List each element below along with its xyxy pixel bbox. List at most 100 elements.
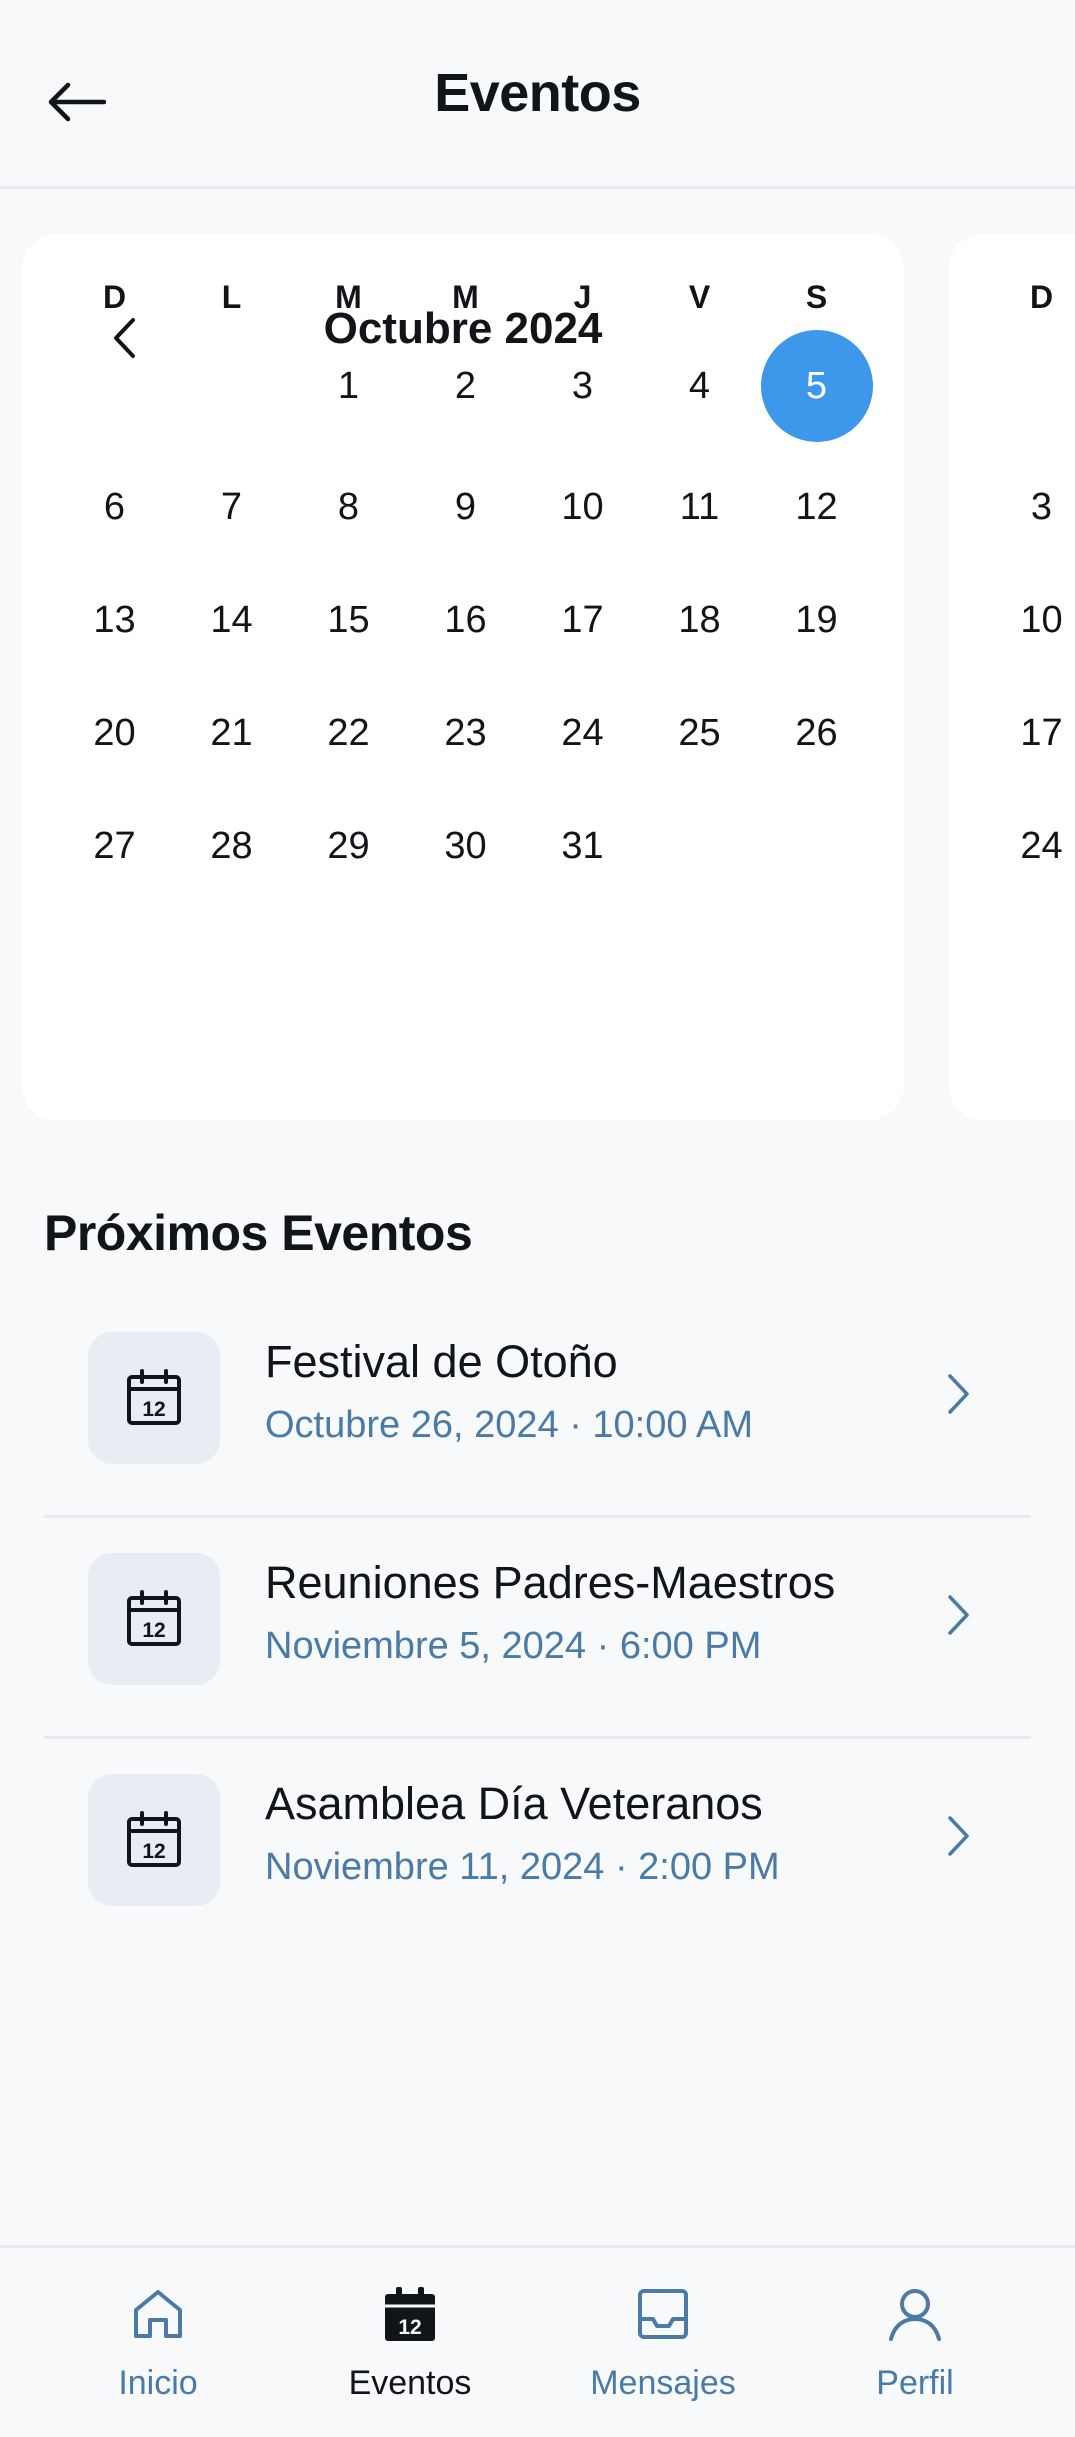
nav-label: Perfil (876, 2364, 954, 2402)
calendar-day[interactable]: 28 (173, 790, 290, 903)
nav-item-inicio[interactable]: Inicio (48, 2286, 268, 2416)
event-chevron (937, 1585, 981, 1645)
calendar-day[interactable]: 19 (758, 564, 875, 677)
calendar-day[interactable]: 31 (524, 790, 641, 903)
day-number (644, 791, 756, 903)
calendar-day[interactable]: 26 (758, 677, 875, 790)
nav-item-mensajes[interactable]: Mensajes (553, 2286, 773, 2416)
upcoming-events-title: Próximos Eventos (44, 1205, 473, 1261)
calendar-empty-cell (173, 321, 290, 451)
svg-text:12: 12 (398, 2316, 421, 2339)
calendar-day[interactable]: 17 (524, 564, 641, 677)
calendar-day[interactable]: 16 (407, 564, 524, 677)
calendar-icon: 12 (385, 2287, 435, 2341)
calendar-card-next-month: D 3 10 17 24 (949, 234, 1075, 1120)
day-number: 27 (93, 825, 136, 867)
calendar-empty-cell (758, 790, 875, 903)
calendar-day[interactable]: 11 (641, 451, 758, 564)
day-number (986, 330, 1075, 442)
day-number: 14 (210, 599, 253, 641)
calendar-day[interactable]: 10 (983, 564, 1075, 677)
event-list-item[interactable]: 12 Reuniones Padres-Maestros Noviembre 5,… (44, 1517, 1031, 1737)
weekday-header: J (573, 278, 592, 315)
calendar-day[interactable]: 10 (524, 451, 641, 564)
calendar-carousel[interactable]: Octubre 2024 D L M M J V S 1 2 3 4 5 6 7 8 9 10 11 12 13 14 1… (0, 234, 1075, 1120)
nav-icon-wrapper: 12 (382, 2286, 438, 2344)
day-number: 19 (795, 599, 838, 641)
day-number: 26 (795, 712, 838, 754)
calendar-day[interactable]: 27 (56, 790, 173, 903)
calendar-day[interactable]: 30 (407, 790, 524, 903)
calendar-12-icon: 12 (127, 1590, 181, 1646)
day-number: 31 (561, 825, 604, 867)
day-number: 23 (444, 712, 487, 754)
event-chevron (937, 1806, 981, 1866)
calendar-day[interactable]: 12 (758, 451, 875, 564)
event-icon-tile: 12 (88, 1553, 220, 1685)
inbox-icon (638, 2289, 688, 2339)
nav-icon-wrapper (635, 2286, 691, 2344)
day-number: 9 (454, 486, 477, 528)
day-number: 17 (561, 599, 604, 641)
event-title: Festival de Otoño (265, 1336, 618, 1387)
day-number: 16 (444, 599, 487, 641)
calendar-day[interactable]: 24 (524, 677, 641, 790)
calendar-day[interactable]: 13 (56, 564, 173, 677)
nav-label: Eventos (348, 2364, 472, 2402)
event-list-item[interactable]: 12 Asamblea Día Veteranos Noviembre 11, 2… (44, 1738, 1031, 1952)
day-number (761, 791, 873, 903)
calendar-12-icon: 12 (127, 1369, 181, 1425)
calendar-day[interactable]: 29 (290, 790, 407, 903)
calendar-card-october: Octubre 2024 D L M M J V S 1 2 3 4 5 6 7 8 9 10 11 12 13 14 1… (22, 234, 904, 1120)
calendar-day[interactable]: 20 (56, 677, 173, 790)
nav-label: Mensajes (590, 2364, 736, 2402)
day-number: 17 (1020, 712, 1063, 754)
nav-item-eventos[interactable]: 12 Eventos (300, 2286, 520, 2416)
calendar-day[interactable]: 3 (983, 451, 1075, 564)
calendar-day[interactable]: 6 (56, 451, 173, 564)
day-number: 20 (93, 712, 136, 754)
nav-icon-wrapper (887, 2286, 943, 2344)
day-number: 24 (1020, 825, 1063, 867)
calendar-day[interactable]: 3 (524, 321, 641, 451)
chevron-right-icon (948, 1595, 969, 1635)
event-list-item[interactable]: 12 Festival de Otoño Octubre 26, 2024 · 1… (44, 1296, 1031, 1516)
day-number: 22 (327, 712, 370, 754)
event-icon-tile: 12 (88, 1332, 220, 1464)
calendar-day[interactable]: 24 (983, 790, 1075, 903)
nav-icon-wrapper (130, 2286, 186, 2344)
event-title: Asamblea Día Veteranos (265, 1778, 763, 1829)
nav-item-perfil[interactable]: Perfil (805, 2286, 1025, 2416)
day-number: 12 (795, 486, 838, 528)
calendar-day[interactable]: 1 (290, 321, 407, 451)
event-icon-tile: 12 (88, 1774, 220, 1906)
day-number: 28 (210, 825, 253, 867)
calendar-day[interactable]: 14 (173, 564, 290, 677)
user-icon (889, 2289, 941, 2341)
calendar-day[interactable]: 2 (407, 321, 524, 451)
calendar-day[interactable]: 23 (407, 677, 524, 790)
calendar-day[interactable]: 9 (407, 451, 524, 564)
event-date: Noviembre 5, 2024 · 6:00 PM (265, 1625, 762, 1667)
weekday-header: D (1029, 278, 1054, 315)
calendar-day[interactable]: 21 (173, 677, 290, 790)
event-date: Noviembre 11, 2024 · 2:00 PM (265, 1846, 780, 1888)
calendar-day[interactable]: 8 (290, 451, 407, 564)
calendar-day[interactable]: 17 (983, 677, 1075, 790)
calendar-day[interactable]: 22 (290, 677, 407, 790)
calendar-empty-cell (641, 790, 758, 903)
day-number: 18 (678, 599, 721, 641)
calendar-12-icon: 12 (127, 1811, 181, 1867)
calendar-day[interactable]: 18 (641, 564, 758, 677)
calendar-day[interactable]: 15 (290, 564, 407, 677)
day-number: 10 (1020, 599, 1063, 641)
calendar-day[interactable]: 4 (641, 321, 758, 451)
calendar-day-selected[interactable]: 5 (758, 321, 875, 451)
day-number: 3 (571, 364, 594, 407)
day-number: 6 (103, 486, 126, 528)
day-number (59, 330, 171, 442)
calendar-day[interactable]: 25 (641, 677, 758, 790)
app-header: Eventos (0, 0, 1075, 189)
calendar-day[interactable]: 7 (173, 451, 290, 564)
calendar-empty-cell (56, 321, 173, 451)
